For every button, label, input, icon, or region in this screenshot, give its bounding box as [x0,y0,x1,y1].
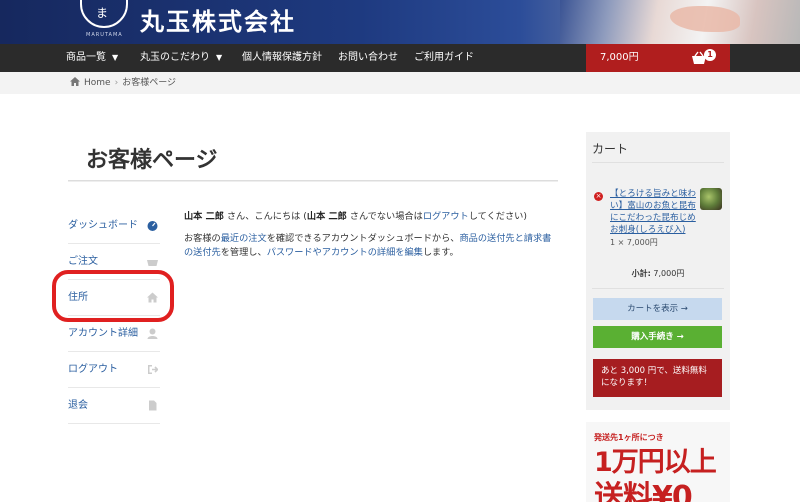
cart-count-badge: 1 [704,49,716,61]
user-name: 山本 二郎 [184,211,224,222]
basket-icon [147,260,158,266]
dashboard-description: お客様の最近の注文を確認できるアカウントダッシュボードから、商品の送付先と請求書… [184,233,552,258]
account-menu-label: アカウント詳細 [68,328,138,339]
free-shipping-notice: あと 3,000 円で、送料無料になります！ [593,359,722,397]
nav-item-label: ご利用ガイド [414,52,474,63]
breadcrumb: Home › お客様ページ [0,72,800,94]
cart-item-thumbnail[interactable] [700,188,722,210]
view-cart-button[interactable]: カートを表示 → [593,298,722,320]
nav-item-contact[interactable]: お問い合わせ [338,44,398,72]
account-menu-label: ご注文 [68,256,98,267]
cart-widget-title: カート [592,142,629,156]
breadcrumb-home-link[interactable]: Home [84,78,111,88]
account-menu-label: ログアウト [68,364,118,375]
address-highlight-annotation [52,270,174,322]
home-icon [70,77,80,86]
nav-item-privacy[interactable]: 個人情報保護方針 [242,44,322,72]
cart-subtotal: 小計: 7,000円 [631,269,685,278]
recent-orders-link[interactable]: 最近の注文 [221,233,267,244]
account-details-link[interactable]: パスワードやアカウントの詳細を編集 [267,247,423,258]
site-header-banner: ま MARUTAMA 丸玉株式会社 [0,0,800,44]
nav-item-label: 個人情報保護方針 [242,52,322,63]
cart-item-link[interactable]: 【とろける旨みと味わい】富山のお魚と昆布にこだわった昆布じめお刺身(しろえび入) [610,188,698,236]
nav-item-commitment[interactable]: 丸玉のこだわり ▼ [140,44,222,72]
dashboard-icon [147,221,158,231]
nav-item-label: 商品一覧 [66,52,106,63]
account-menu-unsubscribe[interactable]: 退会 [68,388,160,424]
sign-out-icon [148,365,158,374]
chevron-down-icon: ▼ [216,53,223,62]
breadcrumb-separator: › [114,78,119,88]
header-cart[interactable]: 7,000円 1 [586,44,730,72]
user-name: 山本 二郎 [306,211,347,222]
header-sashimi-image [560,0,800,44]
checkout-button[interactable]: 購入手続き → [593,326,722,348]
chevron-down-icon: ▼ [112,53,119,62]
title-divider [68,180,558,182]
account-menu-dashboard[interactable]: ダッシュボード [68,208,160,244]
file-icon [149,400,157,411]
logo-emblem[interactable]: ま [80,0,128,28]
greeting-text: 山本 二郎 さん、こんにちは (山本 二郎 さんでない場合はログアウトしてくださ… [184,211,527,222]
user-icon [147,328,158,339]
nav-item-label: 丸玉のこだわり [140,52,210,63]
breadcrumb-current: お客様ページ [122,78,177,88]
nav-item-guide[interactable]: ご利用ガイド [414,44,474,72]
dashboard-content: 山本 二郎 さん、こんにちは (山本 二郎 さんでない場合はログアウトしてくださ… [184,210,560,268]
nav-item-label: お問い合わせ [338,52,398,63]
cart-widget: カート × 【とろける旨みと味わい】富山のお魚と昆布にこだわった昆布じめお刺身(… [586,132,730,410]
free-shipping-promo-banner[interactable]: 発送先1ヶ所につき 1万円以上 送料¥0 [586,422,730,502]
page-title: お客様ページ [86,147,218,173]
logo-subtitle: MARUTAMA [86,32,123,38]
divider [592,162,724,163]
promo-line-3: 送料¥0 [594,480,693,502]
account-menu-label: 退会 [68,400,88,411]
cart-item-quantity: 1 × 7,000円 [610,238,658,247]
remove-item-icon[interactable]: × [594,192,603,201]
logo-text[interactable]: 丸玉株式会社 [140,2,296,37]
logo-mark: ま [96,6,109,20]
account-menu-label: ダッシュボード [68,220,138,231]
account-menu-logout[interactable]: ログアウト [68,352,160,388]
logout-link[interactable]: ログアウト [423,211,469,222]
divider [592,288,724,289]
nav-item-products[interactable]: 商品一覧 ▼ [66,44,118,72]
cart-total: 7,000円 [600,52,639,63]
